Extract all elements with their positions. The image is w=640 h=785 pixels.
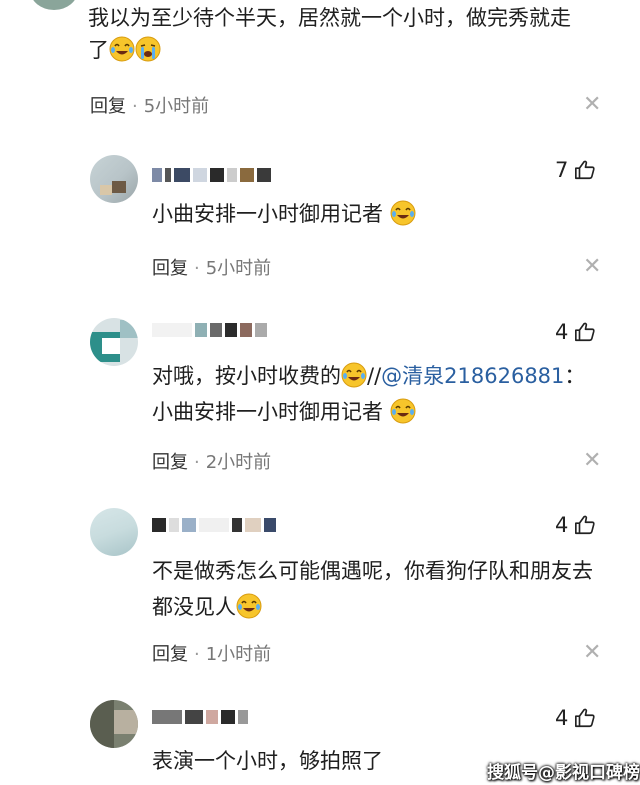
username-redacted[interactable]	[152, 708, 248, 726]
reply-button[interactable]: 回复	[152, 452, 188, 473]
tears-of-joy-icon	[390, 200, 416, 226]
watermark: 搜狐号@影视口碑榜	[487, 763, 640, 783]
reply-text: 对哦，按小时收费的//@清泉218626881： 小曲安排一小时御用记者	[152, 362, 586, 424]
tears-of-joy-icon	[341, 362, 367, 388]
tears-of-joy-icon	[109, 36, 135, 62]
top-comment-text: 我以为至少待个半天，居然就一个小时，做完秀就走 了	[88, 2, 618, 66]
like-button[interactable]: 4	[555, 706, 596, 730]
top-comment-meta: 回复 · 5小时前	[90, 96, 210, 117]
mention-link[interactable]: @清泉218626881	[381, 364, 564, 388]
avatar[interactable]	[90, 700, 138, 748]
crying-icon	[135, 36, 161, 62]
reply-meta: 回复 · 2小时前	[152, 452, 272, 473]
username-redacted[interactable]	[152, 516, 276, 534]
reply-button[interactable]: 回复	[152, 258, 188, 279]
like-button[interactable]: 4	[555, 513, 596, 537]
like-count: 4	[555, 706, 569, 730]
reply-button[interactable]: 回复	[152, 644, 188, 665]
like-count: 4	[555, 320, 569, 344]
close-icon[interactable]: ✕	[583, 92, 601, 117]
timestamp: 1小时前	[205, 644, 272, 665]
reply-meta: 回复 · 1小时前	[152, 644, 272, 665]
tears-of-joy-icon	[236, 593, 262, 619]
like-count: 7	[555, 158, 569, 182]
avatar[interactable]	[90, 155, 138, 203]
timestamp: 5小时前	[205, 258, 272, 279]
top-comment-line1: 我以为至少待个半天，居然就一个小时，做完秀就走	[88, 6, 571, 30]
close-icon[interactable]: ✕	[583, 640, 601, 665]
reply-text: 表演一个小时，够拍照了	[152, 749, 383, 773]
username-redacted[interactable]	[152, 166, 271, 184]
close-icon[interactable]: ✕	[583, 254, 601, 279]
close-icon[interactable]: ✕	[583, 448, 601, 473]
reply-button[interactable]: 回复	[90, 96, 126, 117]
like-button[interactable]: 4	[555, 320, 596, 344]
like-button[interactable]: 7	[555, 158, 596, 182]
reply-text: 不是做秀怎么可能偶遇呢，你看狗仔队和朋友去 都没见人	[152, 559, 593, 619]
top-comment-line2: 了	[88, 38, 109, 62]
reply-meta: 回复 · 5小时前	[152, 258, 272, 279]
tears-of-joy-icon	[390, 398, 416, 424]
thumbs-up-icon	[575, 708, 595, 728]
top-comment-avatar[interactable]	[30, 0, 78, 10]
thumbs-up-icon	[575, 322, 595, 342]
reply-text: 小曲安排一小时御用记者	[152, 198, 416, 230]
thumbs-up-icon	[575, 515, 595, 535]
timestamp: 5小时前	[143, 96, 210, 117]
timestamp: 2小时前	[205, 452, 272, 473]
avatar[interactable]	[90, 318, 138, 366]
like-count: 4	[555, 513, 569, 537]
thumbs-up-icon	[575, 160, 595, 180]
avatar[interactable]	[90, 508, 138, 556]
username-redacted[interactable]	[152, 321, 267, 339]
